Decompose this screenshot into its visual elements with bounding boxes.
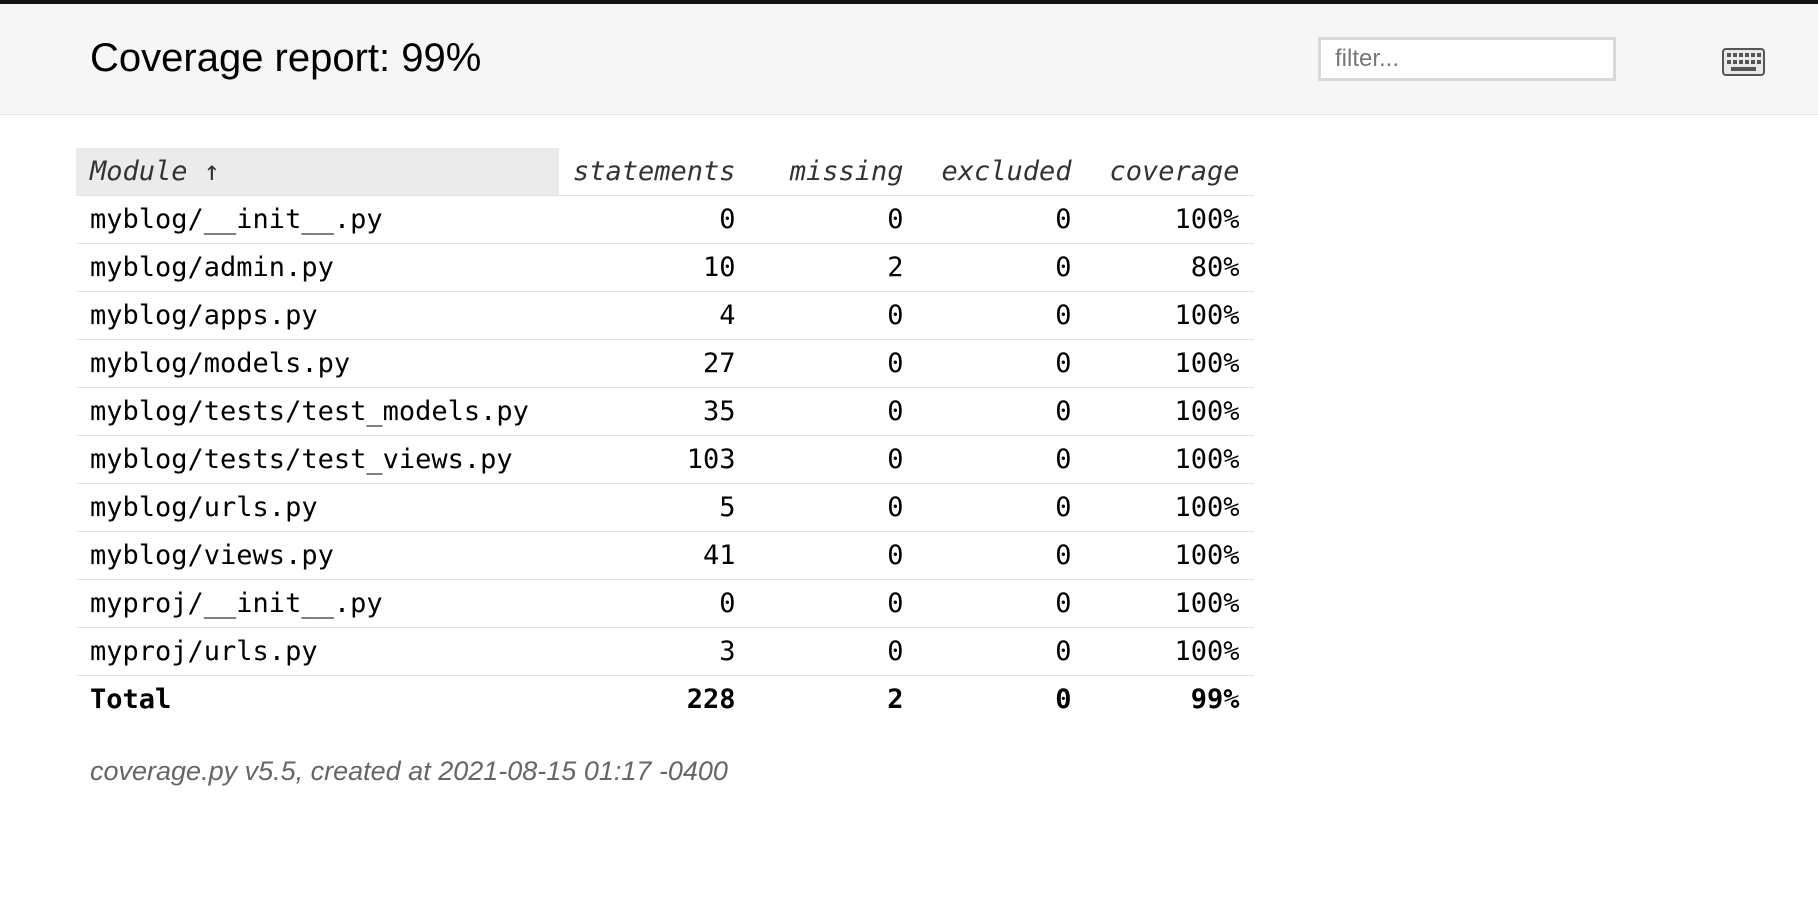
table-row[interactable]: myblog/__init__.py 0 0 0 100% [76,195,1254,244]
statements-cell: 4 [559,291,750,340]
coverage-cell: 100% [1085,579,1254,628]
column-header-statements[interactable]: statements [559,148,750,196]
statements-cell: 0 [559,579,750,628]
statements-cell: 5 [559,483,750,532]
total-row: Total 228 2 0 99% [76,675,1254,723]
table-row[interactable]: myblog/admin.py 10 2 0 80% [76,243,1254,292]
excluded-cell: 0 [917,435,1086,484]
module-link[interactable]: myblog/urls.py [90,492,318,523]
total-missing: 2 [749,675,918,723]
coverage-cell: 100% [1085,339,1254,388]
module-link[interactable]: myblog/views.py [90,540,334,571]
module-link[interactable]: myblog/apps.py [90,300,318,331]
table-row[interactable]: myblog/tests/test_views.py 103 0 0 100% [76,435,1254,484]
column-header-module[interactable]: Module ↑ [76,148,559,196]
keyboard-icon[interactable] [1722,48,1765,76]
missing-cell: 0 [749,291,918,340]
filter-input[interactable] [1318,37,1616,81]
column-header-missing[interactable]: missing [750,148,918,196]
statements-cell: 103 [559,435,750,484]
excluded-cell: 0 [917,339,1086,388]
table-row[interactable]: myblog/urls.py 5 0 0 100% [76,483,1254,532]
coverage-cell: 100% [1085,387,1254,436]
statements-cell: 41 [559,531,750,580]
coverage-cell: 100% [1085,435,1254,484]
module-link[interactable]: myproj/urls.py [90,636,318,667]
module-link[interactable]: myblog/tests/test_views.py [90,444,513,475]
missing-cell: 0 [749,483,918,532]
coverage-cell: 80% [1085,243,1254,292]
total-label: Total [76,675,559,723]
coverage-cell: 100% [1085,531,1254,580]
column-header-coverage[interactable]: coverage [1086,148,1254,196]
module-link[interactable]: myblog/__init__.py [90,204,383,235]
coverage-cell: 100% [1085,483,1254,532]
table-row[interactable]: myblog/views.py 41 0 0 100% [76,531,1254,580]
excluded-cell: 0 [917,291,1086,340]
missing-cell: 0 [749,435,918,484]
total-statements: 228 [559,675,750,723]
excluded-cell: 0 [917,243,1086,292]
missing-cell: 0 [749,627,918,676]
total-coverage: 99% [1085,675,1254,723]
total-excluded: 0 [917,675,1086,723]
missing-cell: 0 [749,387,918,436]
column-header-excluded[interactable]: excluded [918,148,1086,196]
table-row[interactable]: myblog/tests/test_models.py 35 0 0 100% [76,387,1254,436]
statements-cell: 35 [559,387,750,436]
missing-cell: 0 [749,195,918,244]
module-link[interactable]: myblog/admin.py [90,252,334,283]
footer-credit: coverage.py v5.5, created at 2021-08-15 … [90,756,728,786]
missing-cell: 0 [749,579,918,628]
table-header-row: Module ↑ statements missing excluded cov… [76,148,1254,196]
missing-cell: 0 [749,339,918,388]
statements-cell: 0 [559,195,750,244]
statements-cell: 3 [559,627,750,676]
excluded-cell: 0 [917,531,1086,580]
excluded-cell: 0 [917,483,1086,532]
table-row[interactable]: myproj/__init__.py 0 0 0 100% [76,579,1254,628]
page-header: Coverage report: 99% [0,4,1818,115]
module-link[interactable]: myblog/tests/test_models.py [90,396,529,427]
coverage-cell: 100% [1085,291,1254,340]
table-row[interactable]: myproj/urls.py 3 0 0 100% [76,627,1254,676]
table-row[interactable]: myblog/apps.py 4 0 0 100% [76,291,1254,340]
missing-cell: 0 [749,531,918,580]
excluded-cell: 0 [917,579,1086,628]
page-title: Coverage report: 99% [90,36,482,80]
module-link[interactable]: myblog/models.py [90,348,350,379]
statements-cell: 27 [559,339,750,388]
coverage-table: Module ↑ statements missing excluded cov… [76,148,1254,723]
coverage-cell: 100% [1085,195,1254,244]
missing-cell: 2 [749,243,918,292]
statements-cell: 10 [559,243,750,292]
module-link[interactable]: myproj/__init__.py [90,588,383,619]
excluded-cell: 0 [917,387,1086,436]
excluded-cell: 0 [917,627,1086,676]
excluded-cell: 0 [917,195,1086,244]
table-row[interactable]: myblog/models.py 27 0 0 100% [76,339,1254,388]
coverage-cell: 100% [1085,627,1254,676]
